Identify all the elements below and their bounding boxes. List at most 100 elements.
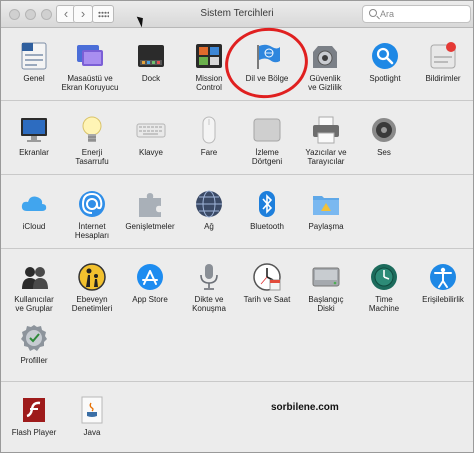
section-divider (1, 381, 473, 382)
pref-kullanicilar[interactable]: Kullanıcılar ve Gruplar (5, 262, 63, 313)
date-time-icon (252, 262, 282, 292)
pref-flash-player[interactable]: Flash Player (5, 395, 63, 437)
pref-label: Enerji Tasarrufu (75, 148, 109, 166)
search-input[interactable] (380, 7, 468, 21)
time-machine-icon (369, 262, 399, 292)
extensions-icon (135, 189, 165, 219)
pref-label: Paylaşma (308, 222, 344, 231)
bluetooth-icon (252, 189, 282, 219)
notifications-icon (428, 41, 458, 71)
pref-label: Bildirimler (425, 74, 461, 83)
pref-label: Dikte ve Konuşma (192, 295, 226, 313)
pref-profiller[interactable]: Profiller (5, 323, 63, 365)
keyboard-icon (136, 115, 166, 145)
network-icon (194, 189, 224, 219)
pref-dikte[interactable]: Dikte ve Konuşma (180, 262, 238, 313)
pref-erisilebilirlik[interactable]: Erişilebilirlik (414, 262, 472, 304)
pref-ekranlar[interactable]: Ekranlar (5, 115, 63, 157)
pref-enerji[interactable]: Enerji Tasarrufu (63, 115, 121, 166)
printer-icon (311, 115, 341, 145)
pref-label: Yazıcılar ve Tarayıcılar (305, 148, 347, 166)
pref-bildirimler[interactable]: Bildirimler (414, 41, 472, 83)
pref-genel[interactable]: Genel (5, 41, 63, 83)
section-divider (1, 174, 473, 175)
pref-label: Profiller (20, 356, 48, 365)
app-store-icon (135, 262, 165, 292)
pref-java[interactable]: Java (63, 395, 121, 437)
pref-izleme-dortgeni[interactable]: İzleme Dörtgeni (238, 115, 296, 166)
pref-label: Erişilebilirlik (422, 295, 464, 304)
pref-label: Masaüstü ve Ekran Koruyucu (61, 74, 119, 92)
flash-player-icon (19, 395, 49, 425)
pref-label: Bluetooth (250, 222, 284, 231)
sharing-icon (311, 189, 341, 219)
profiles-icon (19, 323, 49, 353)
pref-yazicilar[interactable]: Yazıcılar ve Tarayıcılar (297, 115, 355, 166)
search-field[interactable] (362, 5, 471, 23)
pref-label: Tarih ve Saat (243, 295, 291, 304)
dock-icon (136, 41, 166, 71)
pref-label: Java (83, 428, 101, 437)
search-icon (369, 9, 377, 17)
displays-icon (19, 115, 49, 145)
desktop-screensaver-icon (75, 41, 105, 71)
pref-label: Spotlight (369, 74, 401, 83)
pref-ses[interactable]: Ses (355, 115, 413, 157)
pref-label: Time Machine (368, 295, 400, 313)
pref-label: İnternet Hesapları (74, 222, 110, 240)
pref-paylasma[interactable]: Paylaşma (297, 189, 355, 231)
pref-klavye[interactable]: Klavye (122, 115, 180, 157)
pref-bluetooth[interactable]: Bluetooth (238, 189, 296, 231)
pref-label: Dock (141, 74, 161, 83)
spotlight-icon (370, 41, 400, 71)
pref-label: Ekranlar (19, 148, 49, 157)
pref-app-store[interactable]: App Store (121, 262, 179, 304)
section-divider (1, 248, 473, 249)
pref-label: iCloud (22, 222, 46, 231)
energy-saver-icon (77, 115, 107, 145)
security-privacy-icon (310, 41, 340, 71)
pref-label: Genel (23, 74, 45, 83)
pref-label: Flash Player (11, 428, 57, 437)
dictation-icon (194, 262, 224, 292)
pref-label: Ebeveyn Denetimleri (71, 295, 113, 313)
pref-ebeveyn[interactable]: Ebeveyn Denetimleri (63, 262, 121, 313)
icloud-icon (19, 189, 49, 219)
internet-accounts-icon (77, 189, 107, 219)
accessibility-icon (428, 262, 458, 292)
parental-controls-icon (77, 262, 107, 292)
pref-fare[interactable]: Fare (180, 115, 238, 157)
pref-label: Başlangıç Diski (308, 295, 344, 313)
pref-label: Kullanıcılar ve Gruplar (14, 295, 54, 313)
pref-label: Genişletmeler (125, 222, 175, 231)
pref-label: Ağ (204, 222, 214, 231)
pref-dock[interactable]: Dock (122, 41, 180, 83)
startup-disk-icon (311, 262, 341, 292)
section-divider (1, 100, 473, 101)
pref-icloud[interactable]: iCloud (5, 189, 63, 231)
users-groups-icon (19, 262, 49, 292)
pref-label: Güvenlik ve Gizlilik (308, 74, 342, 92)
trackpad-icon (252, 115, 282, 145)
pref-label: Ses (377, 148, 391, 157)
mission-control-icon (194, 41, 224, 71)
pref-baslangic-diski[interactable]: Başlangıç Diski (297, 262, 355, 313)
pref-label: Klavye (138, 148, 163, 157)
pref-tarih-saat[interactable]: Tarih ve Saat (238, 262, 296, 304)
pref-masaustu[interactable]: Masaüstü ve Ekran Koruyucu (61, 41, 119, 92)
pref-label: App Store (132, 295, 168, 304)
pref-genisletmeler[interactable]: Genişletmeler (121, 189, 179, 231)
pref-ag[interactable]: Ağ (180, 189, 238, 231)
system-preferences-window: ‹ › Sistem Tercihleri Genel Masaüstü ve … (0, 0, 474, 453)
pref-spotlight[interactable]: Spotlight (356, 41, 414, 83)
pref-label: Fare (200, 148, 218, 157)
sound-icon (369, 115, 399, 145)
java-icon (77, 395, 107, 425)
pref-time-machine[interactable]: Time Machine (355, 262, 413, 313)
title-bar: ‹ › Sistem Tercihleri (1, 1, 473, 28)
watermark-text: sorbilene.com (271, 402, 339, 413)
general-icon (19, 41, 49, 71)
pref-internet-hesaplari[interactable]: İnternet Hesapları (63, 189, 121, 240)
pref-label: İzleme Dörtgeni (251, 148, 283, 166)
mouse-icon (194, 115, 224, 145)
